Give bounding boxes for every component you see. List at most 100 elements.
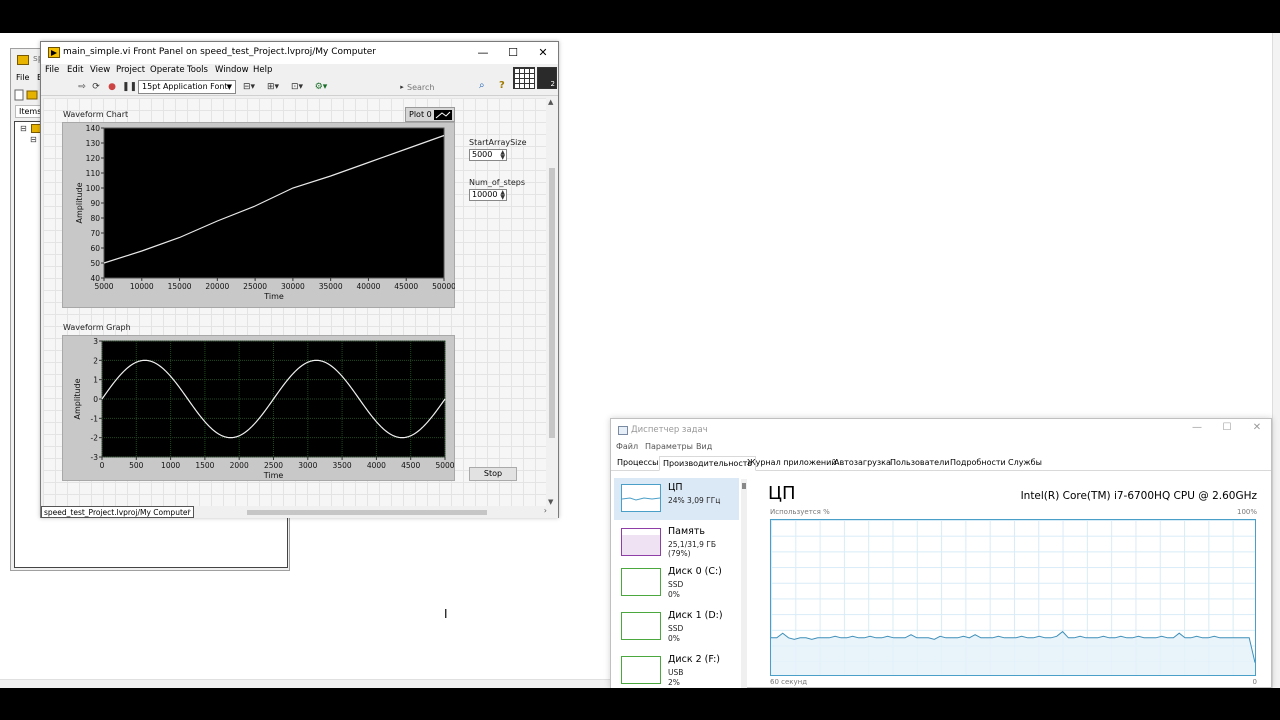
tab-services[interactable]: Службы [1005,456,1045,471]
horizontal-scroll-thumb[interactable] [247,510,487,515]
resource-name: ЦП [668,482,683,493]
menu-file[interactable]: File [45,65,59,75]
tab-startup[interactable]: Автозагрузка [831,456,894,471]
font-select[interactable]: 15pt Application Font ▼ [138,80,236,94]
close-icon[interactable]: ✕ [529,44,557,62]
menu-tools[interactable]: Tools [187,65,208,75]
x-axis-label: Time [263,292,284,301]
distribute-objects-icon[interactable]: ⊞▾ [265,82,281,92]
x-tick-label: 500 [129,461,144,470]
labview-vi-icon [48,47,60,58]
waveform-chart-title: Waveform Chart [63,110,129,119]
stop-button[interactable]: Stop [469,467,517,481]
y-tick-label: -2 [91,434,99,443]
x-tick-label: 2000 [230,461,249,470]
x-tick-label: 45000 [394,282,418,291]
x-tick-label: 4000 [367,461,386,470]
resource-detail: SSD [668,624,684,633]
x-tick-label: 1500 [195,461,214,470]
scroll-up-icon[interactable] [742,483,746,489]
resource-disk-1[interactable]: Диск 1 (D:) SSD 0% [614,606,739,648]
increment-decrement-icon[interactable]: ▲ ▼ [500,150,505,161]
tab-app-history[interactable]: Журнал приложений [744,456,840,471]
menu-edit[interactable]: Edit [67,65,83,75]
front-panel-title: main_simple.vi Front Panel on speed_test… [63,47,376,57]
resource-name: Диск 2 (F:) [668,654,720,665]
waveform-chart[interactable]: 4050607080901001101201301405000 10000 1500… [62,122,455,308]
x-tick-label: 3000 [298,461,317,470]
y-tick-label: 3 [93,337,98,346]
x-tick-label: 1000 [161,461,180,470]
waveform-graph[interactable]: -3 -2 -1 0 1 2 3 0 500 1000 1500 2000 2500 3000 3500 40… [62,335,455,481]
resource-disk-2[interactable]: Диск 2 (F:) USB 2% [614,650,739,692]
close-icon[interactable]: ✕ [1247,422,1267,433]
menu-project[interactable]: Project [116,65,145,75]
resource-list-scrollbar[interactable] [741,479,747,689]
align-objects-icon[interactable]: ⊟▾ [241,82,257,92]
resource-detail: USB [668,668,684,677]
scroll-right-icon[interactable]: › [544,506,547,515]
tab-performance[interactable]: Производительность [659,456,757,471]
reorder-icon[interactable]: ⚙▾ [313,82,329,92]
minimize-icon[interactable]: — [469,44,497,62]
letterbox-top [0,0,1280,33]
menu-help[interactable]: Help [253,65,272,75]
connector-pane-icon[interactable] [513,67,535,89]
project-menu-file[interactable]: File [16,73,29,82]
resource-thumbnail [621,568,661,596]
scroll-up-icon[interactable]: ▲ [548,98,553,106]
x-tick-label: 15000 [168,282,192,291]
resource-thumbnail [621,656,661,684]
vertical-scrollbar[interactable]: ▲ ▼ [547,98,557,506]
maximize-icon[interactable]: ☐ [1217,422,1237,433]
scroll-left-icon[interactable]: ‹ [187,506,190,515]
abort-icon[interactable]: ● [107,82,117,92]
front-panel-window[interactable]: main_simple.vi Front Panel on speed_test… [40,41,559,518]
x-tick-label: 50000 [432,282,455,291]
resource-memory[interactable]: Память 25,1/31,9 ГБ (79%) [614,522,739,564]
menu-window[interactable]: Window [215,65,249,75]
scroll-down-icon[interactable]: ▼ [548,498,553,506]
resource-disk-0[interactable]: Диск 0 (C:) SSD 0% [614,562,739,604]
project-context-path[interactable]: speed_test_Project.lvproj/My Computer [41,506,194,518]
search-icon[interactable]: ⌕ [479,80,485,91]
plot-legend[interactable]: Plot 0 [405,107,455,122]
y-tick-label: 140 [86,124,101,133]
menu-view[interactable]: View [90,65,110,75]
front-panel-titlebar[interactable]: main_simple.vi Front Panel on speed_test… [41,42,558,64]
task-manager-titlebar[interactable]: Диспетчер задач — ☐ ✕ [611,419,1271,441]
maximize-icon[interactable]: ☐ [499,44,527,62]
tree-expand-icon[interactable]: ⊟ [20,124,27,133]
pause-icon[interactable]: ❚❚ [122,82,137,92]
horizontal-scrollbar[interactable]: ‹ › [187,506,547,517]
start-array-size-control[interactable]: 5000 ▲ ▼ [469,149,507,161]
screen: sp File E Items ⊟ ⊟ main_simple.vi Front… [0,0,1280,720]
tab-processes[interactable]: Процессы [614,456,661,471]
cpu-utilization-graph [770,519,1256,676]
new-file-icon[interactable] [13,88,41,102]
x-tick-label: 40000 [357,282,381,291]
menu-operate[interactable]: Operate [150,65,185,75]
resource-detail: 25,1/31,9 ГБ (79%) [668,540,717,558]
task-manager-window[interactable]: Диспетчер задач — ☐ ✕ Файл Параметры Вид… [610,418,1272,689]
increment-decrement-icon[interactable]: ▲ ▼ [500,190,505,201]
vertical-scroll-thumb[interactable] [549,168,555,438]
tab-users[interactable]: Пользователи [887,456,952,471]
vi-icon-thumbnail[interactable]: 2 [537,67,557,89]
resize-objects-icon[interactable]: ⊡▾ [289,82,305,92]
minimize-icon[interactable]: — [1187,422,1207,433]
tree-child-expand-icon[interactable]: ⊟ [30,135,37,144]
front-panel-canvas[interactable]: Waveform Chart Plot 0 40 50 60 70 80 90 100 110… [43,98,546,506]
help-icon[interactable]: ? [499,80,505,91]
letterbox-bottom [0,688,1280,720]
run-arrow-icon[interactable]: ⇨ [77,82,87,92]
resource-cpu[interactable]: ЦП 24% 3,09 ГГц [614,478,739,520]
tm-menu-options[interactable]: Параметры [645,442,693,451]
tm-menu-view[interactable]: Вид [696,442,712,451]
run-continuously-icon[interactable]: ⟳ [91,82,101,92]
num-of-steps-control[interactable]: 10000 ▲ ▼ [469,189,507,201]
tab-details[interactable]: Подробности [947,456,1009,471]
tm-menu-file[interactable]: Файл [616,442,638,451]
y-tick-label: 60 [90,244,100,253]
resource-usage: 0% [668,634,680,643]
